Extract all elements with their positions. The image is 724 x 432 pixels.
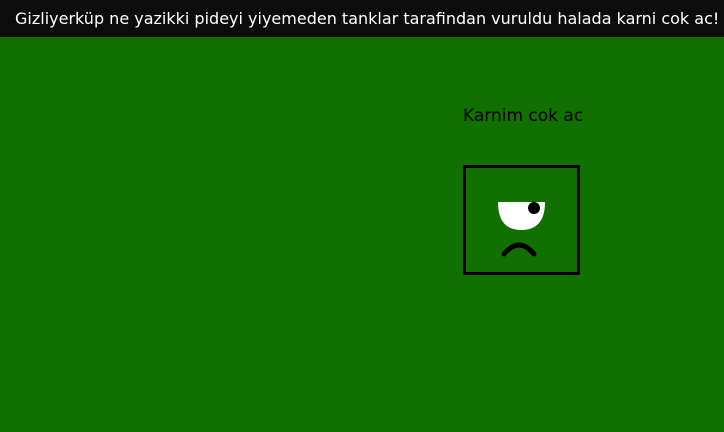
- one-eyed-sad-face-icon: [498, 202, 545, 257]
- character-portrait: [463, 165, 580, 275]
- message-banner: Gizliyerküp ne yazikki pideyi yiyemeden …: [0, 0, 724, 37]
- character-status-label: Karnim cok ac: [463, 106, 584, 126]
- banner-message: Gizliyerküp ne yazikki pideyi yiyemeden …: [15, 9, 720, 28]
- eye-pupil: [528, 202, 540, 214]
- game-screen: Gizliyerküp ne yazikki pideyi yiyemeden …: [0, 0, 724, 432]
- frown-mouth: [501, 242, 537, 257]
